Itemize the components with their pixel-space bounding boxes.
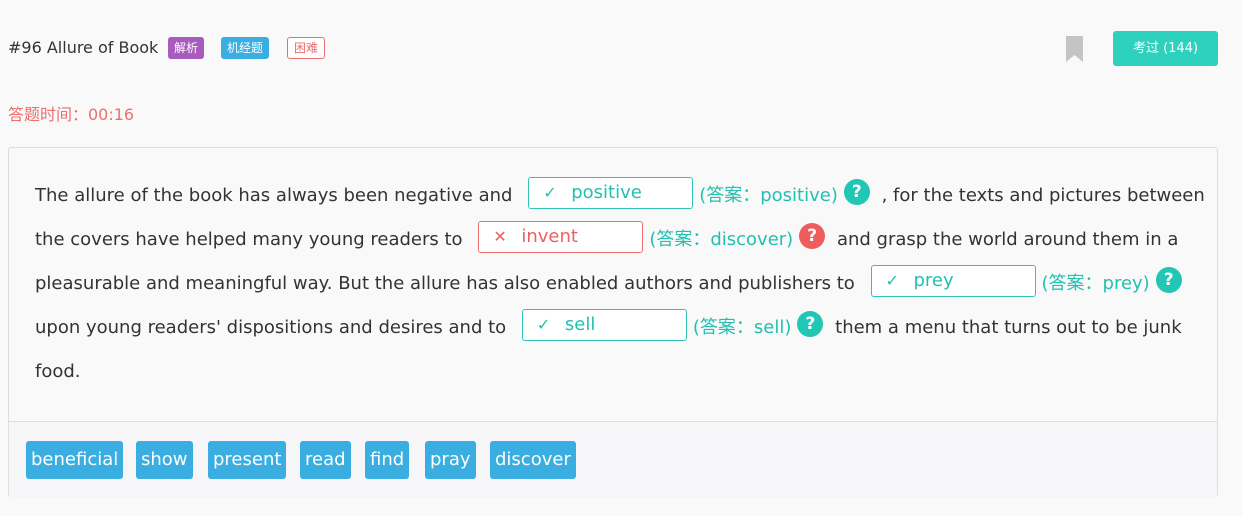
answer-label: (答案：prey) <box>1041 273 1150 294</box>
blank-value: positive <box>571 182 642 203</box>
cross-icon: ✕ <box>493 227 507 246</box>
word-chip[interactable]: discover <box>490 441 576 479</box>
help-icon[interactable]: ? <box>797 311 824 337</box>
passage-text: The allure of the book has always been n… <box>35 174 1205 394</box>
check-icon: ✓ <box>543 183 557 202</box>
tag-machine-exam[interactable]: 机经题 <box>221 37 270 59</box>
word-chip[interactable]: present <box>208 441 287 479</box>
word-bank: beneficial show present read find pray d… <box>9 421 1217 498</box>
blank-value: prey <box>913 270 954 291</box>
word-chip[interactable]: show <box>136 441 193 479</box>
help-icon[interactable]: ? <box>1155 267 1182 293</box>
blank-value: invent <box>521 226 578 247</box>
answer-label: (答案：positive) <box>699 185 838 206</box>
passage-segment: upon young readers' dispositions and des… <box>35 317 507 338</box>
passed-button[interactable]: 考过 (144) <box>1113 31 1218 66</box>
bookmark-icon[interactable] <box>1066 36 1083 62</box>
blank-input-3[interactable]: ✓ prey <box>870 265 1036 297</box>
tag-analysis[interactable]: 解析 <box>168 37 205 59</box>
passage-segment: The allure of the book has always been n… <box>35 185 513 206</box>
blank-value: sell <box>564 314 596 335</box>
word-chip[interactable]: beneficial <box>26 441 124 479</box>
blank-input-2[interactable]: ✕ invent <box>478 221 644 253</box>
check-icon: ✓ <box>885 271 899 290</box>
blank-input-4[interactable]: ✓ sell <box>521 309 687 341</box>
answer-label: (答案：discover) <box>649 229 794 250</box>
help-icon[interactable]: ? <box>843 179 870 205</box>
question-card: The allure of the book has always been n… <box>8 147 1218 498</box>
question-title: #96 Allure of Book <box>8 38 159 57</box>
tag-difficulty: 困难 <box>287 37 326 59</box>
answer-label: (答案：sell) <box>692 317 792 338</box>
help-icon[interactable]: ? <box>799 223 826 249</box>
check-icon: ✓ <box>536 315 551 334</box>
question-header: #96 Allure of Book 解析 机经题 困难 考过 (144) <box>0 0 1242 100</box>
answer-timer: 答题时间：00:16 <box>8 105 135 124</box>
word-chip[interactable]: find <box>365 441 410 479</box>
word-chip[interactable]: pray <box>425 441 476 479</box>
blank-input-1[interactable]: ✓ positive <box>528 177 694 209</box>
word-chip[interactable]: read <box>300 441 351 479</box>
